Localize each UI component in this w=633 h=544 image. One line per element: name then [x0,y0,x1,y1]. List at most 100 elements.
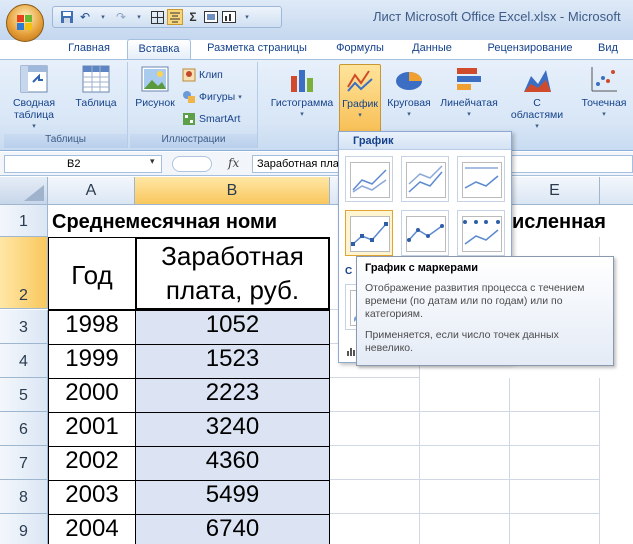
salary-cell[interactable]: 1523 [135,344,330,379]
percent-line-markers-thumb[interactable] [457,210,505,256]
tab-page-layout[interactable]: Разметка страницы [198,39,316,60]
salary-cell[interactable]: 1052 [135,310,330,345]
header-cell-year[interactable]: Год [48,237,136,310]
redo-dropdown-icon[interactable]: ▾ [131,9,147,25]
salary-cell[interactable]: 2223 [135,378,330,413]
insert-function-icon[interactable]: fx [228,156,239,170]
empty-cell[interactable] [420,378,510,412]
pie-chart-button[interactable]: Круговая ▾ [383,64,435,121]
shapes-button[interactable]: Фигуры ▾ [182,90,242,104]
tooltip-title: График с маркерами [365,262,478,274]
area-dropdown-icon: ▾ [535,123,539,130]
percent-line-chart-thumb[interactable] [457,156,505,202]
salary-cell[interactable]: 4360 [135,446,330,481]
chart-type-tooltip: График с маркерами Отображение развития … [356,256,614,366]
row-header[interactable]: 4 [0,344,48,378]
empty-cell[interactable] [420,446,510,480]
year-cell[interactable]: 1999 [48,344,136,379]
row-header[interactable]: 8 [0,480,48,514]
stacked-line-markers-thumb[interactable] [401,210,449,256]
select-all-corner[interactable] [0,177,48,205]
empty-cell[interactable] [330,446,420,480]
column-header-e[interactable]: E [510,177,600,205]
formula-bar-resize-handle[interactable] [172,156,212,172]
histogram-button[interactable]: Гистограмма ▾ [264,64,340,121]
clip-button[interactable]: Клип [182,68,223,82]
gallery-section-label: С [345,266,353,277]
table-button[interactable]: Таблица [66,64,126,109]
empty-cell[interactable] [330,412,420,446]
tab-insert[interactable]: Вставка [127,39,191,60]
tooltip-usage: Применяется, если число точек данных нев… [365,329,559,354]
undo-dropdown-icon[interactable]: ▾ [95,9,111,25]
pivot-table-icon [19,64,49,94]
undo-icon[interactable]: ↶ [77,9,93,25]
salary-cell[interactable]: 3240 [135,412,330,447]
row-header[interactable]: 5 [0,378,48,412]
empty-cell[interactable] [510,480,600,514]
year-cell[interactable]: 2004 [48,514,136,544]
year-cell[interactable]: 2001 [48,412,136,447]
tab-data[interactable]: Данные [404,39,460,60]
row-header[interactable]: 3 [0,310,48,344]
tab-review[interactable]: Рецензирование [476,39,584,60]
line-with-markers-thumb[interactable] [345,210,393,256]
header-cell-salary[interactable]: Заработная плата, руб. [135,237,330,310]
empty-cell[interactable] [420,480,510,514]
row-header[interactable]: 9 [0,514,48,544]
office-logo-icon [17,15,33,31]
tab-view[interactable]: Вид [598,39,633,60]
sheet-title-cell[interactable]: Среднемесячная номи [52,211,277,234]
name-box[interactable]: B2 [4,155,162,173]
line-chart-thumb[interactable] [345,156,393,202]
redo-icon[interactable]: ↷ [113,9,129,25]
group-tables: Сводная таблица ▾ Таблица Таблицы [4,62,128,148]
column-header-f[interactable] [600,177,633,205]
row-header[interactable]: 2 [0,237,48,309]
tab-formulas[interactable]: Формулы [330,39,390,60]
qat-customize-icon[interactable]: ▾ [239,9,255,25]
table-label: Таблица [75,97,117,109]
empty-cell[interactable] [510,446,600,480]
empty-cell[interactable] [330,514,420,544]
year-cell[interactable]: 2000 [48,378,136,413]
area-chart-icon [522,64,552,94]
empty-cell[interactable] [420,514,510,544]
row-header[interactable]: 6 [0,412,48,446]
row-header[interactable]: 7 [0,446,48,480]
picture-button[interactable]: Рисунок [130,64,180,109]
year-cell[interactable]: 2002 [48,446,136,481]
salary-cell[interactable]: 5499 [135,480,330,515]
empty-cell[interactable] [330,378,420,412]
scatter-chart-button[interactable]: Точечная ▾ [574,64,633,121]
save-icon[interactable] [59,9,75,25]
year-cell[interactable]: 1998 [48,310,136,345]
name-box-dropdown-icon[interactable]: ▾ [150,156,155,167]
salary-cell[interactable]: 6740 [135,514,330,544]
shapes-icon [182,90,196,104]
smartart-button[interactable]: SmartArt [182,112,240,126]
empty-cell[interactable] [510,514,600,544]
pivot-table-button[interactable]: Сводная таблица ▾ [4,64,64,133]
pie-chart-icon [394,64,424,94]
area-chart-button[interactable]: С областями ▾ [506,64,568,133]
merge-cells-icon[interactable] [203,9,219,25]
empty-cell[interactable] [330,480,420,514]
chart-wizard-icon[interactable] [221,9,237,25]
empty-cell[interactable] [510,412,600,446]
bar-chart-button[interactable]: Линейчатая ▾ [438,64,500,121]
year-cell[interactable]: 2003 [48,480,136,515]
row-header[interactable]: 1 [0,205,48,237]
line-chart-button[interactable]: График ▾ [339,64,381,134]
empty-cell[interactable] [510,378,600,412]
column-header-b[interactable]: B [135,177,330,205]
empty-cell[interactable] [420,412,510,446]
borders-icon[interactable] [149,9,165,25]
align-center-icon[interactable] [167,9,183,25]
stacked-line-chart-thumb[interactable] [401,156,449,202]
office-button[interactable] [6,4,44,42]
autosum-icon[interactable]: Σ [185,9,201,25]
header-salary-line2: плата, руб. [165,275,300,305]
column-header-a[interactable]: A [48,177,135,205]
tab-home[interactable]: Главная [58,39,120,60]
